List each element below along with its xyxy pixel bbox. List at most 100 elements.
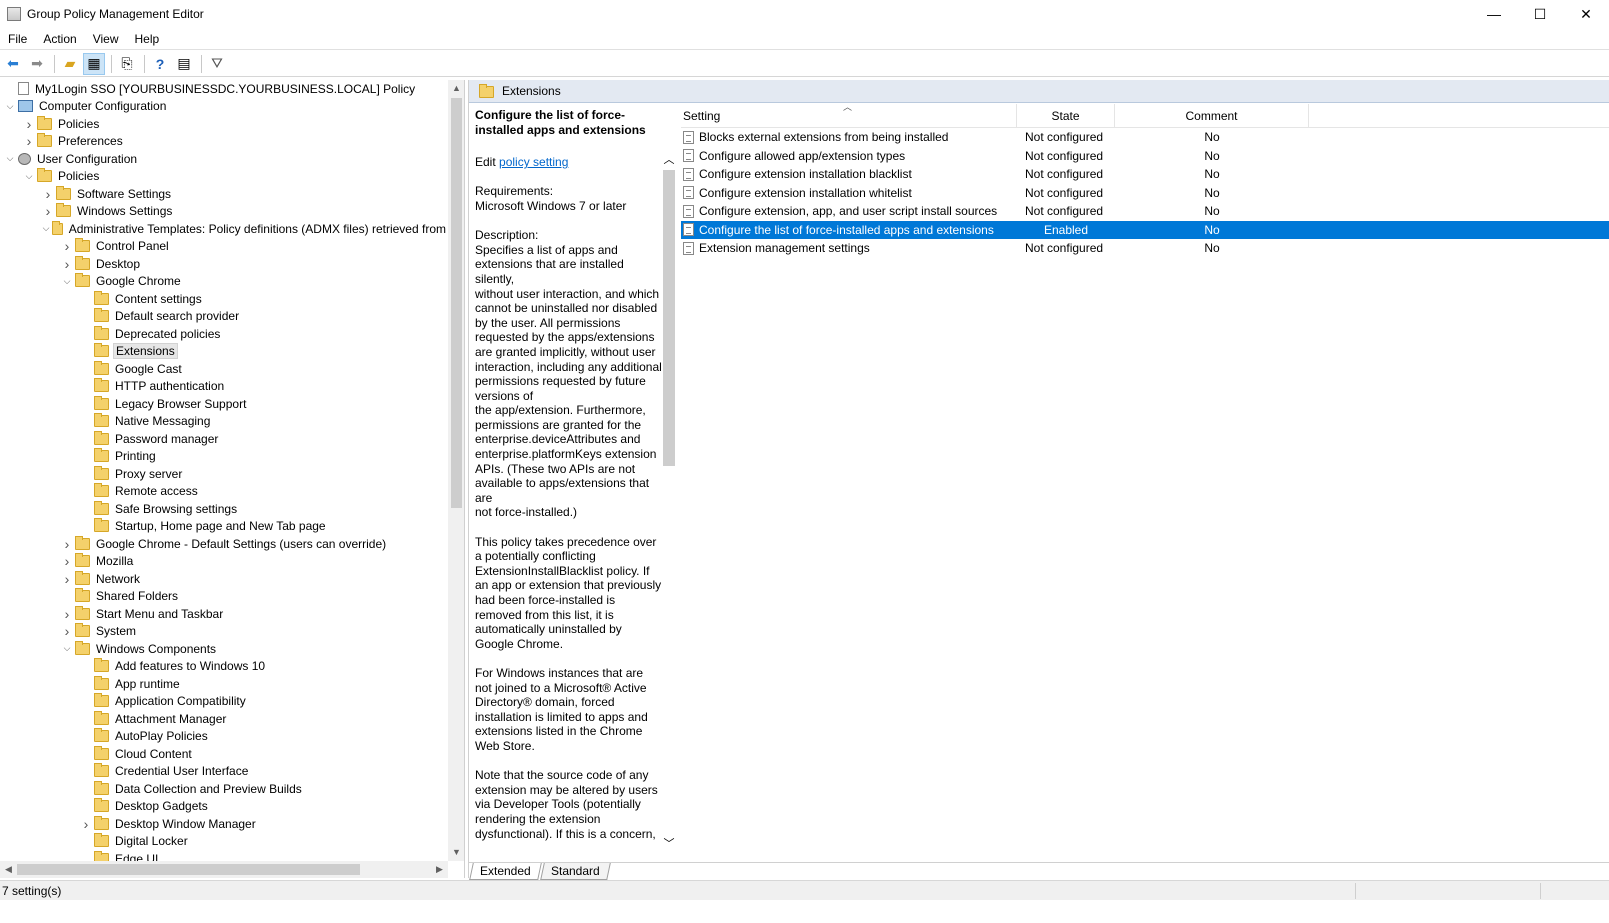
properties-icon[interactable]: ▤ <box>173 53 195 75</box>
maximize-button[interactable]: ☐ <box>1517 0 1563 28</box>
tree-item[interactable]: Password manager <box>0 430 448 448</box>
chevron-down-icon[interactable]: ⌵ <box>42 223 50 234</box>
table-row[interactable]: Configure extension installation blackli… <box>681 165 1609 184</box>
description-scrollbar[interactable]: ︿ ﹀ <box>661 152 677 852</box>
tree-item[interactable]: Google Cast <box>0 360 448 378</box>
tree-item[interactable]: › Mozilla <box>0 553 448 571</box>
chevron-right-icon[interactable]: › <box>61 238 73 254</box>
tree-item[interactable]: ⌵ User Configuration <box>0 150 448 168</box>
edit-policy-setting-link[interactable]: policy setting <box>499 155 568 169</box>
tree-item[interactable]: Default search provider <box>0 308 448 326</box>
tree-item[interactable]: Credential User Interface <box>0 763 448 781</box>
scroll-right-icon[interactable]: ▶ <box>431 861 448 878</box>
tree-vertical-scrollbar[interactable]: ▲ ▼ <box>448 80 464 861</box>
chevron-down-icon[interactable]: ⌵ <box>23 171 35 182</box>
tree-item[interactable]: › Windows Settings <box>0 203 448 221</box>
column-header-comment[interactable]: Comment <box>1115 103 1309 128</box>
table-row[interactable]: Configure allowed app/extension types Not… <box>681 147 1609 166</box>
table-row[interactable]: Blocks external extensions from being in… <box>681 128 1609 147</box>
tab-extended[interactable]: Extended <box>469 863 542 880</box>
tree-item[interactable]: Startup, Home page and New Tab page <box>0 518 448 536</box>
tree-item[interactable]: Remote access <box>0 483 448 501</box>
tree-item[interactable]: › Network <box>0 570 448 588</box>
tree-item[interactable]: › Control Panel <box>0 238 448 256</box>
chevron-right-icon[interactable]: › <box>61 256 73 272</box>
tree-item[interactable]: ⌵ Google Chrome <box>0 273 448 291</box>
scroll-down-icon[interactable]: ▼ <box>448 844 464 861</box>
close-button[interactable]: ✕ <box>1563 0 1609 28</box>
tree-item[interactable]: › Desktop Window Manager <box>0 815 448 833</box>
tree-item[interactable]: Legacy Browser Support <box>0 395 448 413</box>
tree-item[interactable]: › Google Chrome - Default Settings (users… <box>0 535 448 553</box>
tree-item[interactable]: Digital Locker <box>0 833 448 851</box>
chevron-down-icon[interactable]: ⌵ <box>4 153 16 164</box>
tree-item[interactable]: App runtime <box>0 675 448 693</box>
tree-item[interactable]: › Desktop <box>0 255 448 273</box>
tree-item[interactable]: ⌵ Windows Components <box>0 640 448 658</box>
tree-item[interactable]: › Preferences <box>0 133 448 151</box>
export-list-icon[interactable]: ⎘ <box>116 53 138 75</box>
tab-standard[interactable]: Standard <box>539 863 611 880</box>
tree-horizontal-scrollbar[interactable]: ◀ ▶ <box>0 861 448 878</box>
scroll-left-icon[interactable]: ◀ <box>0 861 17 878</box>
chevron-right-icon[interactable]: › <box>42 186 54 202</box>
tree-item[interactable]: Attachment Manager <box>0 710 448 728</box>
chevron-right-icon[interactable]: › <box>61 571 73 587</box>
minimize-button[interactable]: — <box>1471 0 1517 28</box>
tree-item[interactable]: › System <box>0 623 448 641</box>
tree-item[interactable]: AutoPlay Policies <box>0 728 448 746</box>
scroll-thumb[interactable] <box>17 864 360 875</box>
tree-item[interactable]: Desktop Gadgets <box>0 798 448 816</box>
chevron-up-icon[interactable]: ︿ <box>661 152 677 168</box>
tree-item[interactable]: Content settings <box>0 290 448 308</box>
tree-item[interactable]: HTTP authentication <box>0 378 448 396</box>
table-row[interactable]: Configure extension, app, and user scrip… <box>681 202 1609 221</box>
tree-item[interactable]: Cloud Content <box>0 745 448 763</box>
tree-item[interactable]: Shared Folders <box>0 588 448 606</box>
tree-item[interactable]: Application Compatibility <box>0 693 448 711</box>
tree-item[interactable]: ⌵ Policies <box>0 168 448 186</box>
chevron-right-icon[interactable]: › <box>42 203 54 219</box>
chevron-right-icon[interactable]: › <box>80 816 92 832</box>
column-header-state[interactable]: State <box>1017 103 1115 128</box>
show-hide-tree-icon[interactable]: ▦ <box>83 52 105 75</box>
chevron-right-icon[interactable]: › <box>61 536 73 552</box>
tree-item[interactable]: ⌵ Administrative Templates: Policy defini… <box>0 220 448 238</box>
scroll-thumb[interactable] <box>663 170 675 466</box>
tree-item[interactable]: My1Login SSO [YOURBUSINESSDC.YOURBUSINES… <box>0 80 448 98</box>
policy-tree[interactable]: My1Login SSO [YOURBUSINESSDC.YOURBUSINES… <box>0 80 448 861</box>
tree-item[interactable]: Safe Browsing settings <box>0 500 448 518</box>
tree-item[interactable]: › Policies <box>0 115 448 133</box>
chevron-right-icon[interactable]: › <box>61 606 73 622</box>
chevron-right-icon[interactable]: › <box>23 116 35 132</box>
chevron-right-icon[interactable]: › <box>23 133 35 149</box>
tree-item[interactable]: › Software Settings <box>0 185 448 203</box>
chevron-down-icon[interactable]: ﹀ <box>661 836 677 852</box>
tree-item[interactable]: ⌵ Computer Configuration <box>0 98 448 116</box>
filter-icon[interactable]: ⛛ <box>206 53 228 75</box>
chevron-down-icon[interactable]: ⌵ <box>61 643 73 654</box>
up-folder-icon[interactable]: ▰ <box>59 53 81 75</box>
tree-item[interactable]: Add features to Windows 10 <box>0 658 448 676</box>
menu-view[interactable]: View <box>85 28 127 50</box>
help-icon[interactable]: ? <box>149 53 171 75</box>
scroll-thumb[interactable] <box>451 98 462 508</box>
menu-action[interactable]: Action <box>35 28 84 50</box>
forward-arrow-icon[interactable]: ➡ <box>26 53 48 75</box>
table-row[interactable]: Configure the list of force-installed ap… <box>681 220 1609 239</box>
chevron-down-icon[interactable]: ⌵ <box>4 101 16 112</box>
chevron-right-icon[interactable]: › <box>61 623 73 639</box>
menu-help[interactable]: Help <box>127 28 168 50</box>
table-row[interactable]: Configure extension installation whiteli… <box>681 184 1609 203</box>
tree-item[interactable]: Edge UI <box>0 850 448 861</box>
tree-item[interactable]: Extensions <box>0 343 448 361</box>
back-arrow-icon[interactable]: ⬅ <box>2 53 24 75</box>
tree-item[interactable]: Deprecated policies <box>0 325 448 343</box>
tree-item[interactable]: Native Messaging <box>0 413 448 431</box>
tree-item[interactable]: Printing <box>0 448 448 466</box>
table-row[interactable]: Extension management settings Not configu… <box>681 239 1609 258</box>
tree-item[interactable]: › Start Menu and Taskbar <box>0 605 448 623</box>
scroll-up-icon[interactable]: ▲ <box>448 80 464 97</box>
menu-file[interactable]: File <box>0 28 35 50</box>
chevron-right-icon[interactable]: › <box>61 553 73 569</box>
